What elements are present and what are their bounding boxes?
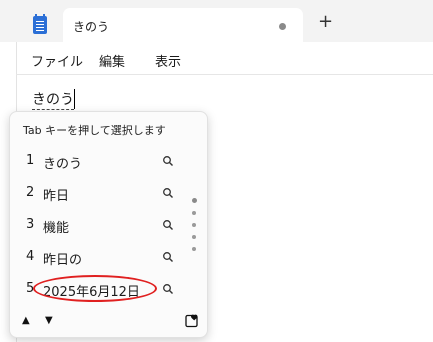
- text-caret: [74, 89, 75, 109]
- candidate-item[interactable]: 4 昨日の: [10, 241, 186, 273]
- search-icon[interactable]: [162, 219, 174, 231]
- unsaved-dot-icon[interactable]: [279, 23, 286, 30]
- menu-file[interactable]: ファイル: [31, 51, 83, 70]
- candidate-number: 2: [26, 185, 35, 200]
- candidate-item[interactable]: 2 昨日: [10, 177, 186, 209]
- candidate-item[interactable]: 5 2025年6月12日: [10, 273, 186, 305]
- ime-hint: Tab キーを押して選択します: [23, 124, 166, 137]
- menu-bar: ファイル 編集 表示: [16, 42, 433, 74]
- menu-edit[interactable]: 編集: [99, 51, 125, 70]
- candidate-number: 3: [26, 217, 35, 232]
- search-icon[interactable]: [162, 283, 174, 295]
- up-arrow-icon[interactable]: ▲: [22, 315, 30, 326]
- tab-kinou[interactable]: きのう: [63, 8, 303, 42]
- search-icon[interactable]: [162, 187, 174, 199]
- down-arrow-icon[interactable]: ▼: [45, 315, 53, 326]
- candidate-number: 5: [26, 281, 35, 296]
- candidate-text: 機能: [43, 221, 70, 236]
- candidate-text: 昨日: [43, 189, 70, 204]
- candidate-item[interactable]: 1 きのう: [10, 145, 186, 177]
- candidate-text: 昨日の: [43, 253, 83, 268]
- search-icon[interactable]: [162, 155, 174, 167]
- tab-title: きのう: [73, 20, 110, 34]
- search-icon[interactable]: [162, 251, 174, 263]
- ime-footer: ▲ ▼: [10, 308, 207, 336]
- notepad-icon: [33, 14, 47, 34]
- ime-candidate-window: Tab キーを押して選択します 1 きのう 2 昨日 3 機能 4 昨日の 5 …: [9, 111, 208, 338]
- candidate-number: 4: [26, 249, 35, 264]
- menu-view[interactable]: 表示: [155, 51, 181, 70]
- candidate-item[interactable]: 3 機能: [10, 209, 186, 241]
- title-bar: きのう +: [0, 0, 433, 42]
- candidate-text: 2025年6月12日: [43, 285, 140, 300]
- new-tab-button[interactable]: +: [318, 12, 333, 32]
- editor-text[interactable]: きのう: [32, 91, 74, 110]
- candidate-number: 1: [26, 153, 35, 168]
- page-indicator: [192, 198, 198, 258]
- favorite-icon[interactable]: [185, 314, 199, 328]
- candidate-text: きのう: [43, 157, 83, 172]
- menu-divider: [16, 74, 433, 75]
